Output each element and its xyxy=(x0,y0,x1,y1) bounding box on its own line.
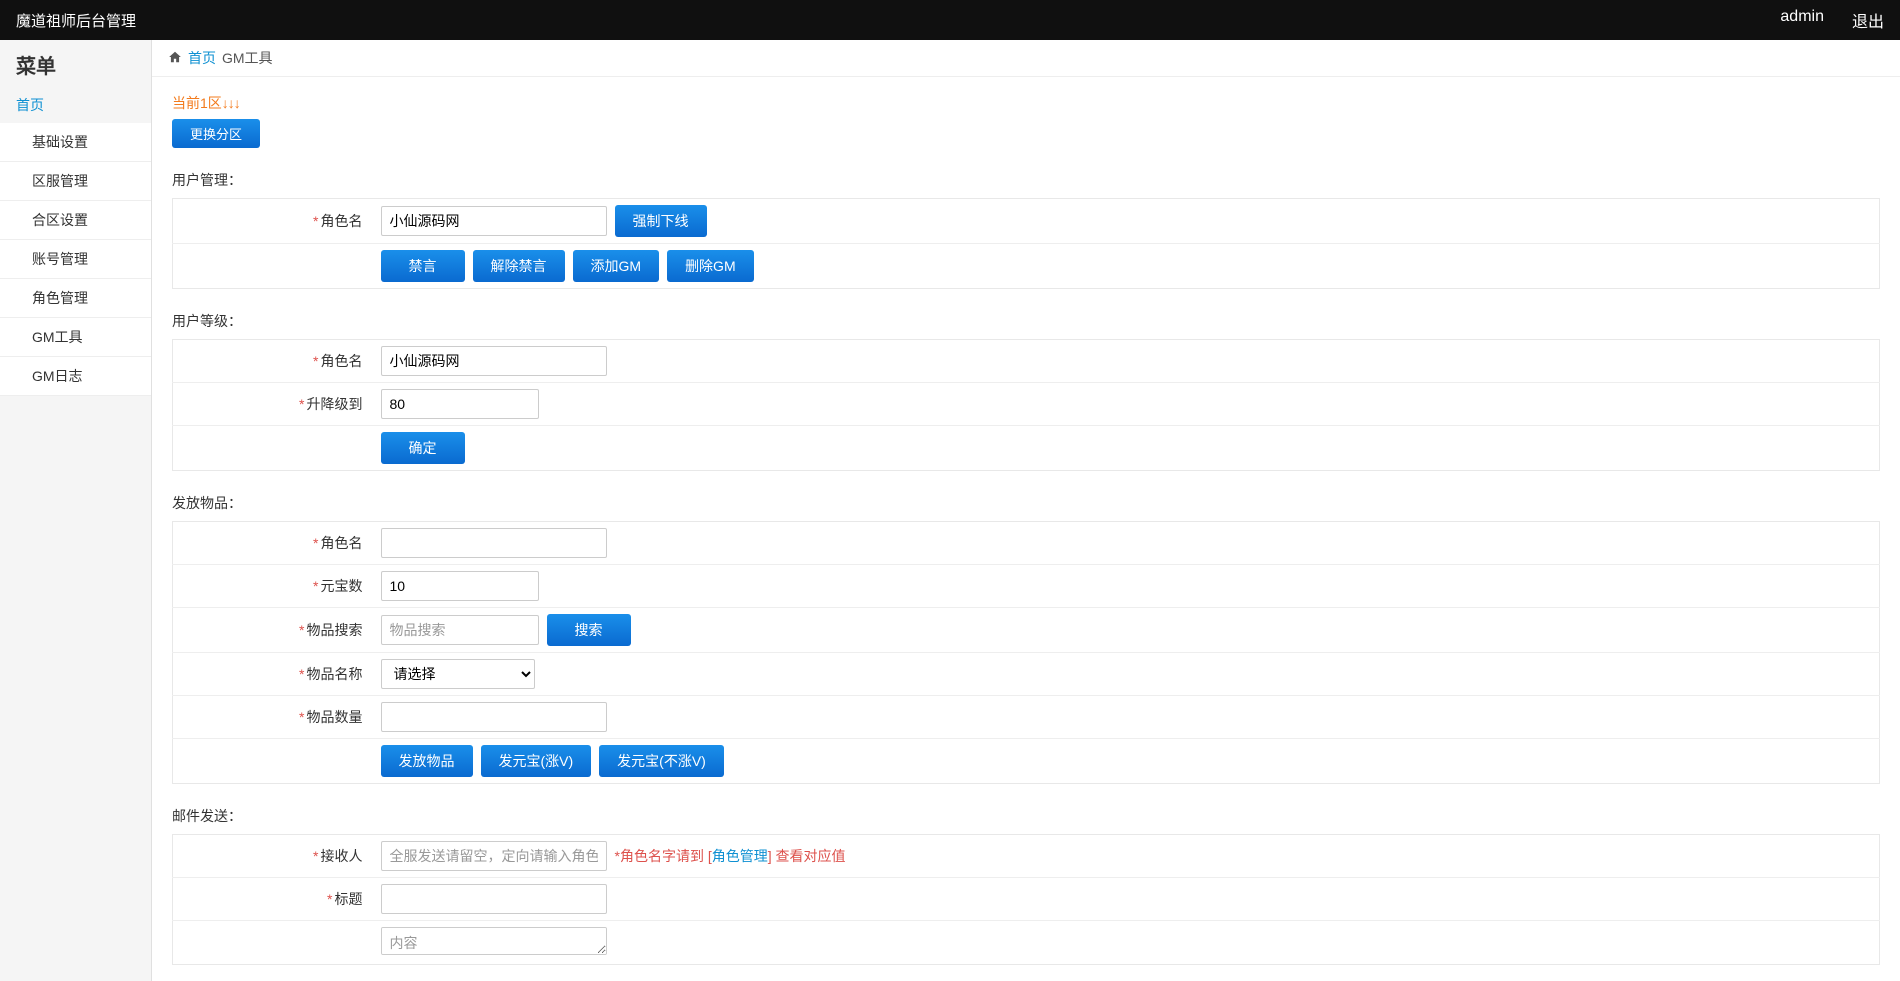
sidebar-item-zone-manage[interactable]: 区服管理 xyxy=(0,162,151,201)
role-name-input-2[interactable] xyxy=(381,346,607,376)
change-zone-button[interactable]: 更换分区 xyxy=(172,119,260,148)
add-gm-button[interactable]: 添加GM xyxy=(573,250,660,282)
ban-button[interactable]: 禁言 xyxy=(381,250,465,282)
zone-current-line[interactable]: 当前1区↓↓↓ xyxy=(172,93,1880,113)
send-item-button[interactable]: 发放物品 xyxy=(381,745,473,777)
role-manage-link[interactable]: 角色管理 xyxy=(712,848,768,864)
sidebar-item-role-manage[interactable]: 角色管理 xyxy=(0,279,151,318)
sidebar-item-account-manage[interactable]: 账号管理 xyxy=(0,240,151,279)
sidebar-home[interactable]: 首页 xyxy=(0,87,151,123)
breadcrumb-current: GM工具 xyxy=(222,48,273,68)
menu-title: 菜单 xyxy=(0,40,151,87)
force-offline-button[interactable]: 强制下线 xyxy=(615,205,707,237)
send-yuanbao-v-button[interactable]: 发元宝(涨V) xyxy=(481,745,592,777)
home-icon xyxy=(168,50,182,67)
top-bar: 魔道祖师后台管理 admin 退出 xyxy=(0,0,1900,40)
content: 当前1区↓↓↓ 更换分区 用户管理： *角色名 强制下线 xyxy=(152,77,1900,981)
delete-gm-button[interactable]: 删除GM xyxy=(667,250,754,282)
sidebar-item-gm-log[interactable]: GM日志 xyxy=(0,357,151,396)
sidebar-item-basic-settings[interactable]: 基础设置 xyxy=(0,123,151,162)
role-name-input-3[interactable] xyxy=(381,528,607,558)
section-title-send-item: 发放物品： xyxy=(172,493,1880,513)
label-role-name-3: 角色名 xyxy=(321,535,363,551)
mail-form: *接收人 *角色名字请到 [角色管理] 查看对应值 *标题 xyxy=(172,834,1880,965)
brand-title: 魔道祖师后台管理 xyxy=(16,10,136,31)
unban-button[interactable]: 解除禁言 xyxy=(473,250,565,282)
yuanbao-input[interactable] xyxy=(381,571,539,601)
label-item-search: 物品搜索 xyxy=(307,622,363,638)
breadcrumb: 首页 GM工具 xyxy=(152,40,1900,77)
send-item-form: *角色名 *元宝数 *物品搜索 搜索 xyxy=(172,521,1880,784)
breadcrumb-home[interactable]: 首页 xyxy=(188,48,216,68)
label-role-name: 角色名 xyxy=(321,213,363,229)
send-yuanbao-nov-button[interactable]: 发元宝(不涨V) xyxy=(599,745,724,777)
confirm-level-button[interactable]: 确定 xyxy=(381,432,465,464)
chevron-down-icon: ↓↓↓ xyxy=(222,95,240,111)
sidebar: 菜单 首页 基础设置 区服管理 合区设置 账号管理 角色管理 GM工具 GM日志 xyxy=(0,40,152,981)
section-title-user-manage: 用户管理： xyxy=(172,170,1880,190)
item-name-select[interactable]: 请选择 xyxy=(381,659,535,689)
section-title-user-level: 用户等级： xyxy=(172,311,1880,331)
label-mail-title: 标题 xyxy=(335,891,363,907)
role-name-input[interactable] xyxy=(381,206,607,236)
item-search-input[interactable] xyxy=(381,615,539,645)
label-item-qty: 物品数量 xyxy=(307,709,363,725)
sidebar-item-merge-settings[interactable]: 合区设置 xyxy=(0,201,151,240)
item-qty-input[interactable] xyxy=(381,702,607,732)
user-name[interactable]: admin xyxy=(1780,8,1824,32)
section-title-mail: 邮件发送： xyxy=(172,806,1880,826)
sidebar-list: 基础设置 区服管理 合区设置 账号管理 角色管理 GM工具 GM日志 xyxy=(0,123,151,396)
user-manage-form: *角色名 强制下线 禁言 解除禁言 添加GM xyxy=(172,198,1880,289)
label-recipient: 接收人 xyxy=(321,848,363,864)
label-level-to: 升降级到 xyxy=(307,396,363,412)
label-yuanbao: 元宝数 xyxy=(321,578,363,594)
mail-content-input[interactable] xyxy=(381,927,607,955)
label-role-name-2: 角色名 xyxy=(321,353,363,369)
user-level-form: *角色名 *升降级到 确定 xyxy=(172,339,1880,471)
label-item-name: 物品名称 xyxy=(307,666,363,682)
sidebar-item-gm-tools[interactable]: GM工具 xyxy=(0,318,151,357)
search-button[interactable]: 搜索 xyxy=(547,614,631,646)
main: 首页 GM工具 当前1区↓↓↓ 更换分区 用户管理： *角色名 强制下线 xyxy=(152,40,1900,981)
zone-current-text: 当前1区 xyxy=(172,95,222,111)
logout-link[interactable]: 退出 xyxy=(1852,8,1884,32)
recipient-input[interactable] xyxy=(381,841,607,871)
user-area: admin 退出 xyxy=(1780,8,1884,32)
level-input[interactable] xyxy=(381,389,539,419)
mail-title-input[interactable] xyxy=(381,884,607,914)
recipient-hint: *角色名字请到 [角色管理] 查看对应值 xyxy=(615,846,846,866)
